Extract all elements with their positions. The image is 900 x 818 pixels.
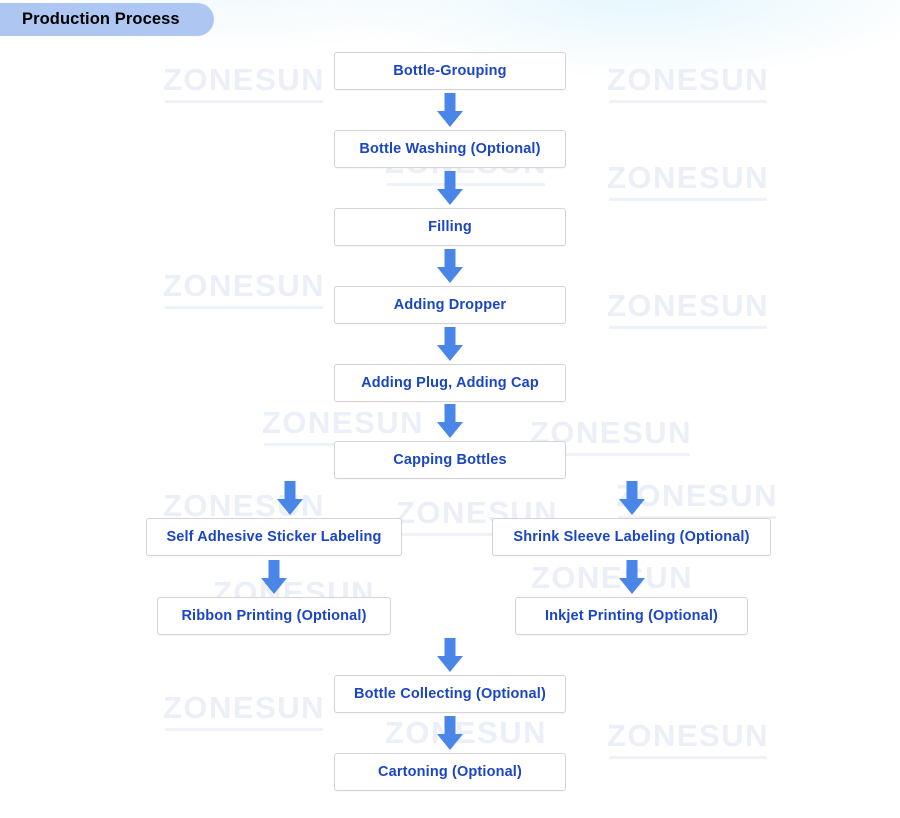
flow-node-cartoning: Cartoning (Optional) [334,753,566,791]
arrow-plug-to-capping [437,404,463,438]
flow-node-label: Shrink Sleeve Labeling (Optional) [513,529,750,545]
header-badge: Production Process [0,3,214,36]
flow-node-shrink-sleeve-labeling: Shrink Sleeve Labeling (Optional) [492,518,771,556]
flow-node-inkjet-printing: Inkjet Printing (Optional) [515,597,748,635]
flow-node-label: Self Adhesive Sticker Labeling [166,529,382,545]
arrow-sticker-to-ribbon [261,560,287,594]
flow-node-filling: Filling [334,208,566,246]
arrow-capping-to-shrink [619,481,645,515]
flow-node-label: Bottle-Grouping [393,63,507,79]
flow-node-self-adhesive-sticker-labeling: Self Adhesive Sticker Labeling [146,518,402,556]
arrow-grouping-to-washing [437,93,463,127]
arrow-filling-to-dropper [437,249,463,283]
arrow-shrink-to-inkjet [619,560,645,594]
flow-node-adding-dropper: Adding Dropper [334,286,566,324]
arrow-dropper-to-plug [437,327,463,361]
flow-node-adding-plug-adding-cap: Adding Plug, Adding Cap [334,364,566,402]
flow-node-label: Adding Dropper [393,297,507,313]
flow-node-label: Adding Plug, Adding Cap [361,375,539,391]
flow-node-label: Cartoning (Optional) [378,764,522,780]
arrow-printing-to-collecting [437,638,463,672]
flow-node-capping-bottles: Capping Bottles [334,441,566,479]
flow-node-label: Bottle Collecting (Optional) [354,686,546,702]
flow-node-ribbon-printing: Ribbon Printing (Optional) [157,597,391,635]
flow-node-label: Ribbon Printing (Optional) [181,608,367,624]
production-process-flowchart: Bottle-Grouping Bottle Washing (Optional)… [0,0,900,818]
flow-node-label: Bottle Washing (Optional) [359,141,541,157]
flow-node-bottle-grouping: Bottle-Grouping [334,52,566,90]
arrow-capping-to-sticker [277,481,303,515]
arrow-collecting-to-cartoning [437,716,463,750]
flow-node-bottle-collecting: Bottle Collecting (Optional) [334,675,566,713]
flow-node-label: Filling [428,219,472,235]
arrow-washing-to-filling [437,171,463,205]
flow-node-bottle-washing: Bottle Washing (Optional) [334,130,566,168]
page-title: Production Process [22,10,180,28]
flow-node-label: Inkjet Printing (Optional) [544,608,719,624]
flow-node-label: Capping Bottles [393,452,507,468]
